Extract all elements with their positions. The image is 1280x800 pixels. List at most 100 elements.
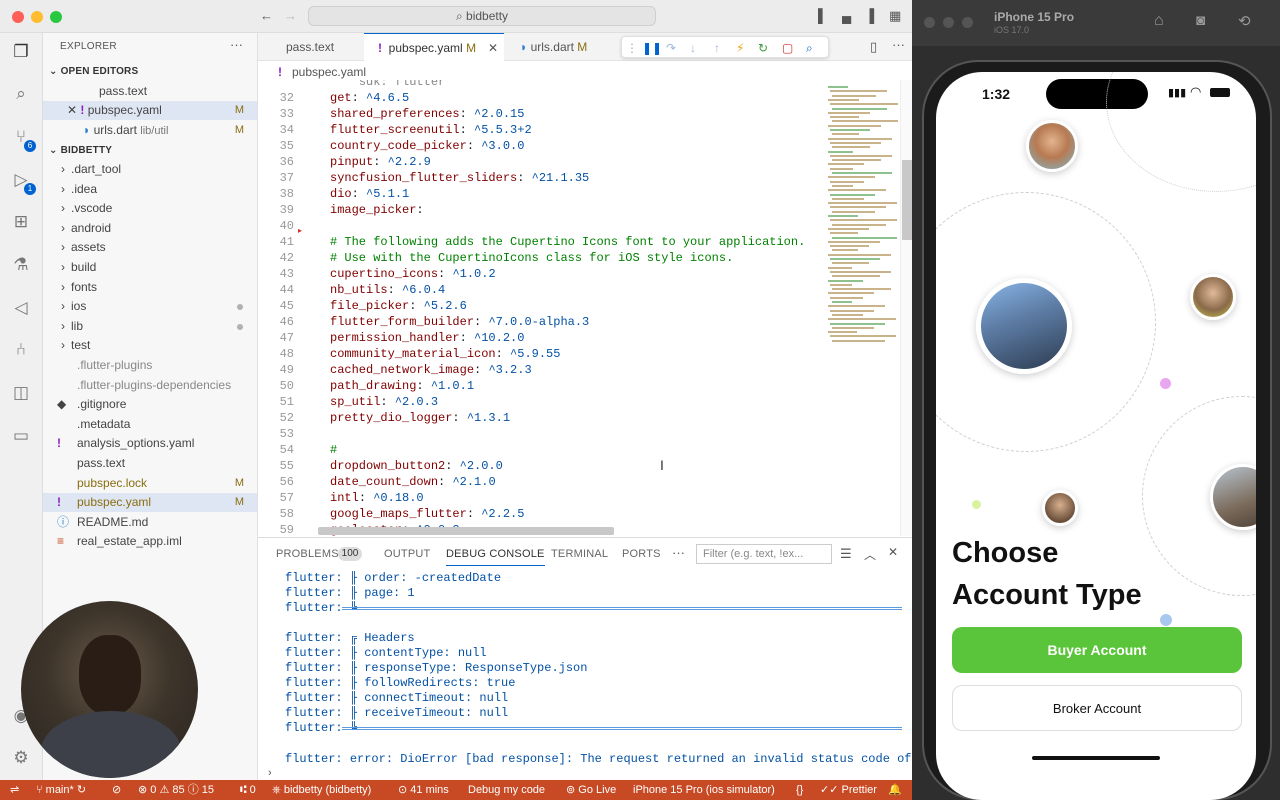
file-tree-item[interactable]: ⓘ README.md [43,513,257,532]
toggle-secondary-sidebar-icon[interactable]: ▐ [865,8,874,24]
scrollbar-thumb[interactable] [902,160,912,240]
project-header[interactable]: ⌄ BIDBETTY [49,145,112,156]
file-tree-item[interactable]: pubspec.lock M [43,474,257,493]
file-tree-item[interactable]: › test [43,336,257,355]
home-icon[interactable]: ⌂ [1154,12,1164,30]
open-editor-item[interactable]: ✕ ! pubspec.yaml M [43,101,257,120]
open-editor-item[interactable]: ◗ urls.dart lib/util M [43,121,257,140]
branch-indicator[interactable]: ⑂ main* ↻ [36,780,86,800]
git-graph-icon[interactable]: ⑃ [10,339,32,361]
back-arrow-icon[interactable]: ← [260,8,273,24]
testing-icon[interactable]: ⚗ [10,254,32,276]
debug-config[interactable]: Debug my code [468,780,545,800]
pause-icon[interactable]: ❚❚ [642,39,662,57]
minimap[interactable] [824,80,900,536]
toggle-panel-icon[interactable]: ▄ [842,8,851,24]
extensions-icon[interactable]: ⊞ [10,211,32,233]
more-actions-icon[interactable]: ··· [892,37,905,52]
open-editor-item[interactable]: pass.text [43,82,257,101]
search-icon[interactable]: ⌕ [10,83,32,105]
split-editor-icon[interactable]: ▯ [870,39,877,55]
close-window-button[interactable] [924,17,935,28]
step-over-icon[interactable]: ↷ [666,39,676,57]
ports-indicator[interactable]: ⑆ 0 [240,780,256,800]
close-icon[interactable]: ✕ [67,103,80,117]
device-selector[interactable]: iPhone 15 Pro (ios simulator) [633,780,775,800]
step-into-icon[interactable]: ↓ [690,39,696,57]
buyer-account-button[interactable]: Buyer Account [952,627,1242,673]
devtools-search-icon[interactable]: ⌕ [806,39,813,57]
file-tree-item[interactable]: › .vscode [43,199,257,218]
open-editors-header[interactable]: ⌄ OPEN EDITORS [49,66,138,77]
command-center-search[interactable]: ⌕ bidbetty [308,6,656,26]
toggle-sidebar-icon[interactable]: ▌ [818,8,827,24]
minimize-window-button[interactable] [943,17,954,28]
file-tree-item[interactable]: › build [43,258,257,277]
tab-pubspec-yaml[interactable]: ! pubspec.yaml M ✕ [364,33,504,61]
screenshot-icon[interactable]: ◙ [1196,12,1205,29]
docker-icon[interactable]: ◫ [10,382,32,404]
file-tree-item[interactable]: .metadata [43,415,257,434]
file-tree-item[interactable]: › .idea [43,180,257,199]
tab-terminal[interactable]: TERMINAL [551,548,608,560]
remote-icon[interactable]: ⇌ [10,780,19,800]
tab-output[interactable]: OUTPUT [384,548,430,560]
file-tree-item[interactable]: ≡ real_estate_app.iml [43,532,257,551]
file-tree-item[interactable]: › lib [43,317,257,336]
clear-console-icon[interactable]: ☰ [840,546,852,562]
rotate-icon[interactable]: ⟲ [1238,12,1251,30]
tab-pass-text[interactable]: pass.text [258,33,360,61]
file-tree-item[interactable]: pass.text [43,454,257,473]
maximize-panel-icon[interactable]: ︿ [864,546,876,563]
stop-icon[interactable]: ▢ [782,39,793,57]
explorer-icon[interactable]: ❐ [10,41,32,63]
customize-layout-icon[interactable]: ▦ [889,8,901,24]
zoom-window-button[interactable] [962,17,973,28]
file-tree-item[interactable]: .flutter-plugins-dependencies [43,376,257,395]
flutter-icon[interactable]: ◁ [10,297,32,319]
file-tree-item[interactable]: › ios [43,297,257,316]
file-tree-item[interactable]: › fonts [43,278,257,297]
tab-debug-console[interactable]: DEBUG CONSOLE [446,548,545,566]
file-tree-item[interactable]: › android [43,219,257,238]
go-live-button[interactable]: ⊚ Go Live [566,780,616,800]
minimize-window-button[interactable] [31,11,43,23]
forward-arrow-icon[interactable]: → [284,8,297,24]
close-panel-icon[interactable]: ✕ [888,545,898,559]
prettier-status[interactable]: ✓✓ Prettier [820,780,877,800]
more-panels-icon[interactable]: ··· [672,545,685,560]
code-editor[interactable]: sdk: flutter 32 get: ^4.6.5 33 shared_prefe… [258,80,824,536]
file-tree-item[interactable]: ! pubspec.yaml M [43,493,257,513]
horizontal-scrollbar[interactable] [318,527,614,535]
more-actions-icon[interactable]: ··· [230,37,243,52]
console-filter-input[interactable]: Filter (e.g. text, !ex... [696,544,832,564]
extension-icon[interactable]: ⊘ [112,780,121,800]
drag-handle-icon[interactable]: ⋮ [626,39,638,57]
minimap-line [832,249,858,252]
hot-reload-icon[interactable]: ⚡ [736,39,744,57]
sync-icon[interactable]: ↻ [77,784,86,796]
file-tree-item[interactable]: .flutter-plugins [43,356,257,375]
restart-icon[interactable]: ↻ [758,39,768,57]
close-window-button[interactable] [12,11,24,23]
settings-gear-icon[interactable]: ⚙ [10,747,32,769]
broker-account-button[interactable]: Broker Account [952,685,1242,731]
tab-problems[interactable]: PROBLEMS [276,548,339,560]
vertical-scrollbar[interactable] [900,80,912,536]
json-icon[interactable]: {} [796,780,803,800]
notifications-icon[interactable]: 🔔 [888,780,902,800]
tab-urls-dart[interactable]: ◗ urls.dart M [508,33,608,61]
close-icon[interactable]: ✕ [488,34,498,62]
remote-explorer-icon[interactable]: ▭ [10,425,32,447]
step-out-icon[interactable]: ↑ [714,39,720,57]
file-tree-item[interactable]: ! analysis_options.yaml [43,434,257,453]
tab-ports[interactable]: PORTS [622,548,661,560]
problems-indicator[interactable]: ⊗ 0 ⚠ 85 ⓘ 15 [138,780,214,800]
file-tree-item[interactable]: › .dart_tool [43,160,257,179]
console-prompt-icon[interactable]: › [268,767,272,779]
time-tracker[interactable]: ⊙ 41 mins [398,780,449,800]
debug-session[interactable]: ⎈ bidbetty (bidbetty) [272,780,371,800]
zoom-window-button[interactable] [50,11,62,23]
file-tree-item[interactable]: › assets [43,238,257,257]
file-tree-item[interactable]: ◆ .gitignore [43,395,257,414]
